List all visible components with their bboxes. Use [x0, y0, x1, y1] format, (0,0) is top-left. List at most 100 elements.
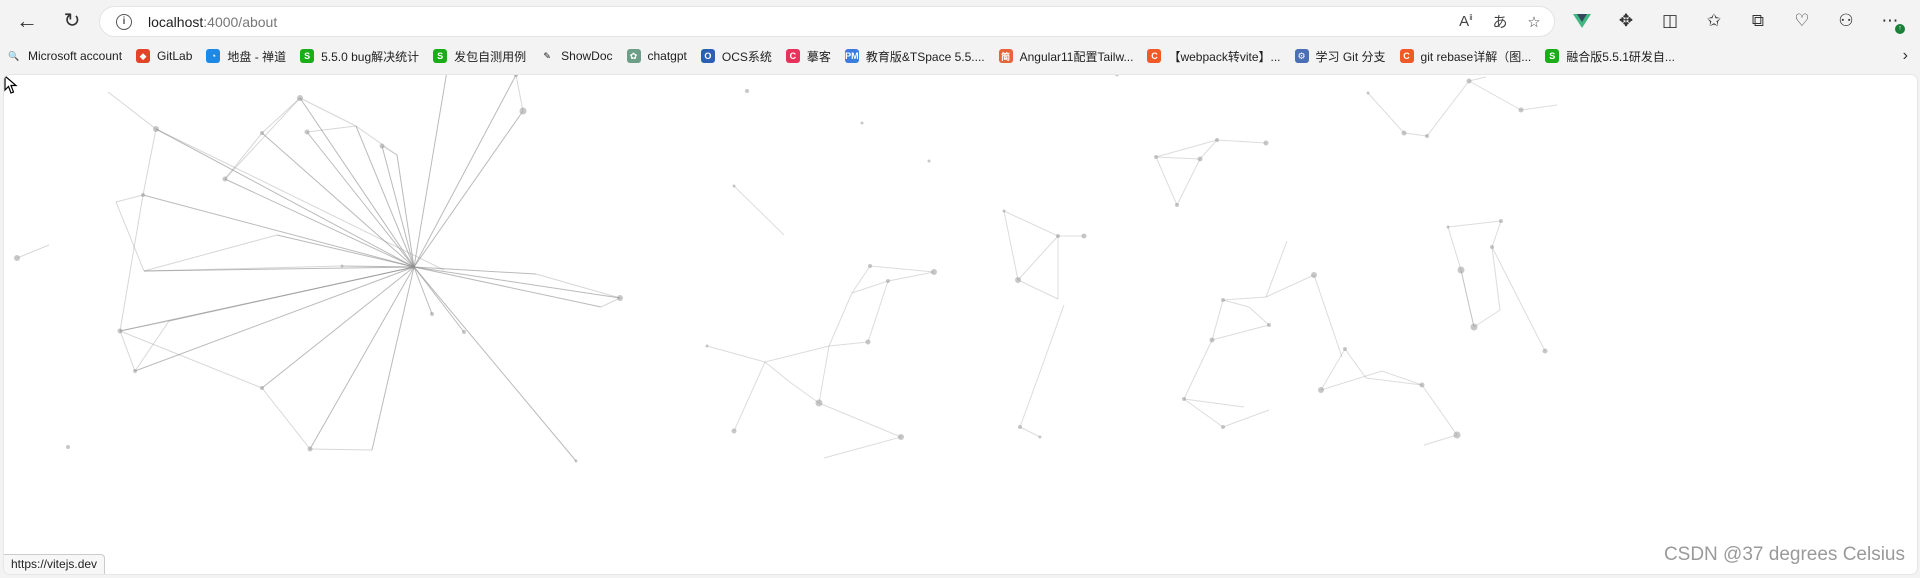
- bookmark-label: 摹客: [806, 49, 831, 64]
- network-link: [134, 320, 170, 372]
- network-node: [617, 295, 623, 301]
- bookmark-item[interactable]: 简 Angular11配置Tailw...: [992, 45, 1141, 67]
- network-link: [1365, 377, 1423, 386]
- bookmark-item[interactable]: C 【webpack转vite】...: [1140, 45, 1287, 67]
- refresh-button[interactable]: ↻: [55, 4, 89, 38]
- network-node: [297, 95, 303, 101]
- network-link: [1176, 158, 1201, 206]
- bookmark-item[interactable]: S 5.5.0 bug解决统计: [293, 45, 426, 67]
- browser-essentials-button[interactable]: ♡: [1785, 4, 1819, 38]
- network-node: [1318, 387, 1324, 393]
- bookmark-label: GitLab: [157, 49, 193, 63]
- bookmark-favicon-icon: ◆: [136, 49, 151, 63]
- network-link: [115, 194, 144, 203]
- network-link: [1019, 426, 1041, 438]
- browser-toolbar: ← ↻ i localhost:4000/about Aⅱ あ ☆ ✥ ◫ ✩ …: [0, 0, 1920, 42]
- bookmark-favicon-icon: 简: [998, 49, 1013, 63]
- network-node: [886, 279, 890, 283]
- bookmark-item[interactable]: 🔍 Microsoft account: [0, 45, 129, 67]
- address-bar-actions: Aⅱ あ ☆: [1456, 7, 1544, 36]
- split-screen-button[interactable]: ◫: [1653, 4, 1687, 38]
- network-node: [66, 445, 70, 449]
- network-link: [119, 330, 136, 372]
- bookmarks-overflow-button[interactable]: ›: [1903, 42, 1908, 70]
- back-button[interactable]: ←: [10, 4, 44, 38]
- network-node: [117, 328, 123, 334]
- network-node: [705, 344, 709, 348]
- read-aloud-icon[interactable]: Aⅱ: [1456, 13, 1476, 30]
- network-node: [153, 126, 159, 132]
- network-link: [119, 330, 263, 389]
- network-node: [1018, 425, 1022, 429]
- network-node: [1115, 75, 1119, 77]
- network-link: [851, 265, 871, 294]
- network-link: [142, 128, 157, 196]
- copilot-button[interactable]: ⚇: [1829, 4, 1863, 38]
- bookmark-item[interactable]: ⚙ 学习 Git 分支: [1288, 45, 1393, 67]
- network-link: [261, 266, 415, 389]
- bookmark-label: git rebase详解（图...: [1420, 49, 1532, 64]
- network-node: [430, 312, 434, 316]
- network-link: [1017, 235, 1059, 281]
- settings-more-button[interactable]: ⋯ ↑: [1873, 4, 1907, 38]
- collections-button[interactable]: ⧉: [1741, 4, 1775, 38]
- network-node: [1499, 219, 1503, 223]
- network-node: [1311, 272, 1317, 278]
- bookmark-favicon-icon: PM: [844, 49, 859, 63]
- network-link: [790, 382, 820, 404]
- network-node: [745, 89, 749, 93]
- network-link: [261, 387, 311, 450]
- address-bar[interactable]: i localhost:4000/about Aⅱ あ ☆: [100, 7, 1554, 36]
- network-link: [413, 110, 524, 268]
- network-node: [1470, 323, 1478, 331]
- network-node: [222, 176, 228, 182]
- network-node: [731, 428, 737, 434]
- bookmark-item[interactable]: ✿ chatgpt: [620, 45, 694, 67]
- network-link: [119, 320, 170, 332]
- extensions-button[interactable]: ✥: [1609, 4, 1643, 38]
- network-link: [1039, 304, 1065, 373]
- network-link: [1426, 80, 1470, 137]
- network-node: [732, 184, 736, 188]
- network-link: [1447, 220, 1502, 228]
- network-link: [1019, 371, 1041, 428]
- bookmark-favicon-icon: ⚙: [1294, 49, 1309, 63]
- network-node: [340, 264, 344, 268]
- network-link: [355, 125, 415, 268]
- network-link: [1155, 139, 1218, 158]
- bookmark-item[interactable]: S 发包自测用例: [426, 45, 533, 67]
- network-node: [868, 264, 872, 268]
- bookmark-favicon-icon: C: [1147, 49, 1162, 63]
- network-link: [828, 341, 869, 347]
- bookmark-item[interactable]: ◔ 地盘 - 禅道: [199, 45, 293, 67]
- network-link: [1155, 156, 1201, 160]
- bookmark-item[interactable]: ✎ ShowDoc: [533, 45, 619, 67]
- favorite-star-icon[interactable]: ☆: [1524, 13, 1544, 31]
- bookmark-item[interactable]: Cgit rebase详解（图...: [1393, 45, 1539, 67]
- bookmark-label: Angular11配置Tailw...: [1019, 49, 1134, 64]
- network-node: [14, 255, 20, 261]
- bookmark-label: 地盘 - 禅道: [227, 49, 287, 64]
- bookmark-label: 融合版5.5.1研发自...: [1566, 49, 1675, 64]
- bookmark-item[interactable]: C 摹客: [779, 45, 838, 67]
- translate-icon[interactable]: あ: [1490, 11, 1510, 32]
- url-text[interactable]: localhost:4000/about: [148, 14, 277, 30]
- network-node: [1401, 130, 1407, 136]
- network-link: [887, 271, 935, 282]
- bookmark-item[interactable]: S 融合版5.5.1研发自...: [1538, 45, 1682, 67]
- bookmark-item[interactable]: PM 教育版&TSpace 5.5....: [838, 45, 992, 67]
- favorites-button[interactable]: ✩: [1697, 4, 1731, 38]
- bookmark-label: Microsoft account: [28, 49, 123, 63]
- network-link: [1211, 324, 1270, 341]
- puzzle-icon: ✥: [1618, 11, 1634, 30]
- network-link: [1211, 299, 1224, 341]
- network-link: [818, 402, 902, 438]
- bookmark-item[interactable]: O OCS系统: [694, 45, 779, 67]
- bookmark-label: ShowDoc: [561, 49, 613, 63]
- vue-devtools-button[interactable]: [1565, 4, 1599, 38]
- info-icon[interactable]: i: [116, 13, 132, 30]
- bookmark-item[interactable]: ◆ GitLab: [129, 45, 199, 67]
- network-link: [1017, 279, 1059, 300]
- network-link: [1403, 132, 1428, 137]
- bookmark-favicon-icon: C: [785, 49, 800, 63]
